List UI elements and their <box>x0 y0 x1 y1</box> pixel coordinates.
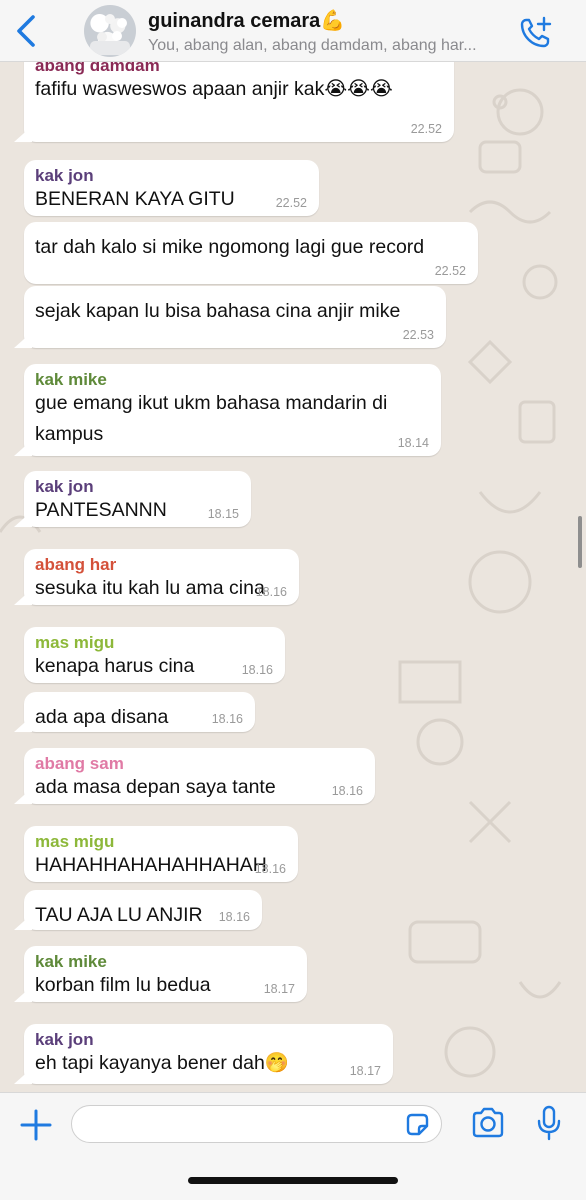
message-timestamp: 18.15 <box>207 507 239 521</box>
attach-button[interactable] <box>18 1107 54 1143</box>
message-text: tar dah kalo si mike ngomong lagi gue re… <box>35 236 425 258</box>
message-bubble[interactable]: mas migu HAHAHHAHAHAHHAHAH 18.16 <box>24 826 298 882</box>
message-text: TAU AJA LU ANJIR <box>35 904 203 926</box>
sticker-button[interactable] <box>404 1111 431 1138</box>
group-title[interactable]: guinandra cemara💪 <box>148 8 345 33</box>
message-timestamp: 18.14 <box>397 436 429 450</box>
message-bubble[interactable]: abang damdam fafifu wasweswos apaan anjir… <box>24 62 454 142</box>
message-bubble[interactable]: kak jon PANTESANNN 18.15 <box>24 471 251 527</box>
message-sender[interactable]: abang har <box>35 555 116 575</box>
message-bubble[interactable]: kak jon eh tapi kayanya bener dah🤭 18.17 <box>24 1024 393 1084</box>
message-text: HAHAHHAHAHAHHAHAH <box>35 854 267 876</box>
message-timestamp: 18.16 <box>241 663 273 677</box>
message-sender[interactable]: abang sam <box>35 754 124 774</box>
back-button[interactable] <box>14 14 40 48</box>
message-timestamp: 22.52 <box>275 196 307 210</box>
message-bubble[interactable]: ada apa disana 18.16 <box>24 692 255 732</box>
message-text: gue emang ikut ukm bahasa mandarin di <box>35 392 388 414</box>
message-sender[interactable]: kak jon <box>35 166 94 186</box>
message-text: eh tapi kayanya bener dah🤭 <box>35 1052 290 1074</box>
chat-header: guinandra cemara💪 You, abang alan, abang… <box>0 0 586 62</box>
message-sender[interactable]: kak mike <box>35 370 107 390</box>
message-bubble[interactable]: kak mike korban film lu bedua 18.17 <box>24 946 307 1002</box>
message-sender[interactable]: mas migu <box>35 633 114 653</box>
message-timestamp: 18.17 <box>349 1064 381 1078</box>
message-text: kampus <box>35 423 104 445</box>
message-bubble[interactable]: kak jon BENERAN KAYA GITU 22.52 <box>24 160 319 216</box>
message-bubble[interactable]: abang sam ada masa depan saya tante 18.16 <box>24 748 375 804</box>
message-bubble[interactable]: sejak kapan lu bisa bahasa cina anjir mi… <box>24 286 446 348</box>
sticker-icon <box>406 1113 429 1136</box>
message-timestamp: 22.52 <box>434 264 466 278</box>
message-timestamp: 18.16 <box>254 862 286 876</box>
add-call-button[interactable] <box>518 14 554 50</box>
message-timestamp: 18.16 <box>255 585 287 599</box>
message-text: ada apa disana <box>35 706 169 728</box>
message-timestamp: 18.17 <box>263 982 295 996</box>
group-avatar[interactable] <box>84 5 136 57</box>
message-text: BENERAN KAYA GITU <box>35 188 235 210</box>
chevron-left-icon <box>17 15 35 47</box>
message-input[interactable] <box>71 1105 442 1143</box>
message-bubble[interactable]: abang har sesuka itu kah lu ama cina 18.16 <box>24 549 299 605</box>
message-sender[interactable]: kak jon <box>35 477 94 497</box>
group-participants[interactable]: You, abang alan, abang damdam, abang har… <box>148 37 510 55</box>
message-sender[interactable]: kak jon <box>35 1030 94 1050</box>
scroll-indicator[interactable] <box>578 516 582 568</box>
message-text: sesuka itu kah lu ama cina <box>35 577 265 599</box>
microphone-button[interactable] <box>536 1105 562 1141</box>
message-sender[interactable]: mas migu <box>35 832 114 852</box>
message-bubble[interactable]: tar dah kalo si mike ngomong lagi gue re… <box>24 222 478 284</box>
message-text: fafifu wasweswos apaan anjir kak😭😭😭 <box>35 78 393 100</box>
plus-icon <box>20 1109 52 1141</box>
microphone-icon <box>537 1105 561 1141</box>
group-photo <box>90 14 130 55</box>
message-text: PANTESANNN <box>35 499 167 521</box>
camera-button[interactable] <box>470 1107 506 1139</box>
composer-bar <box>0 1092 586 1200</box>
message-timestamp: 18.16 <box>218 910 250 924</box>
message-sender[interactable]: kak mike <box>35 952 107 972</box>
message-timestamp: 18.16 <box>331 784 363 798</box>
message-bubble[interactable]: TAU AJA LU ANJIR 18.16 <box>24 890 262 930</box>
message-timestamp: 18.16 <box>211 712 243 726</box>
message-timestamp: 22.52 <box>410 122 442 136</box>
message-text: ada masa depan saya tante <box>35 776 276 798</box>
message-text: korban film lu bedua <box>35 974 211 996</box>
message-text: kenapa harus cina <box>35 655 195 677</box>
message-bubble[interactable]: kak mike gue emang ikut ukm bahasa mandar… <box>24 364 441 456</box>
message-text: sejak kapan lu bisa bahasa cina anjir mi… <box>35 300 401 322</box>
message-list[interactable]: abang damdam fafifu wasweswos apaan anjir… <box>0 62 586 1092</box>
message-timestamp: 22.53 <box>402 328 434 342</box>
camera-icon <box>472 1107 504 1138</box>
home-indicator <box>188 1177 398 1184</box>
add-call-icon <box>520 16 552 48</box>
message-bubble[interactable]: mas migu kenapa harus cina 18.16 <box>24 627 285 683</box>
